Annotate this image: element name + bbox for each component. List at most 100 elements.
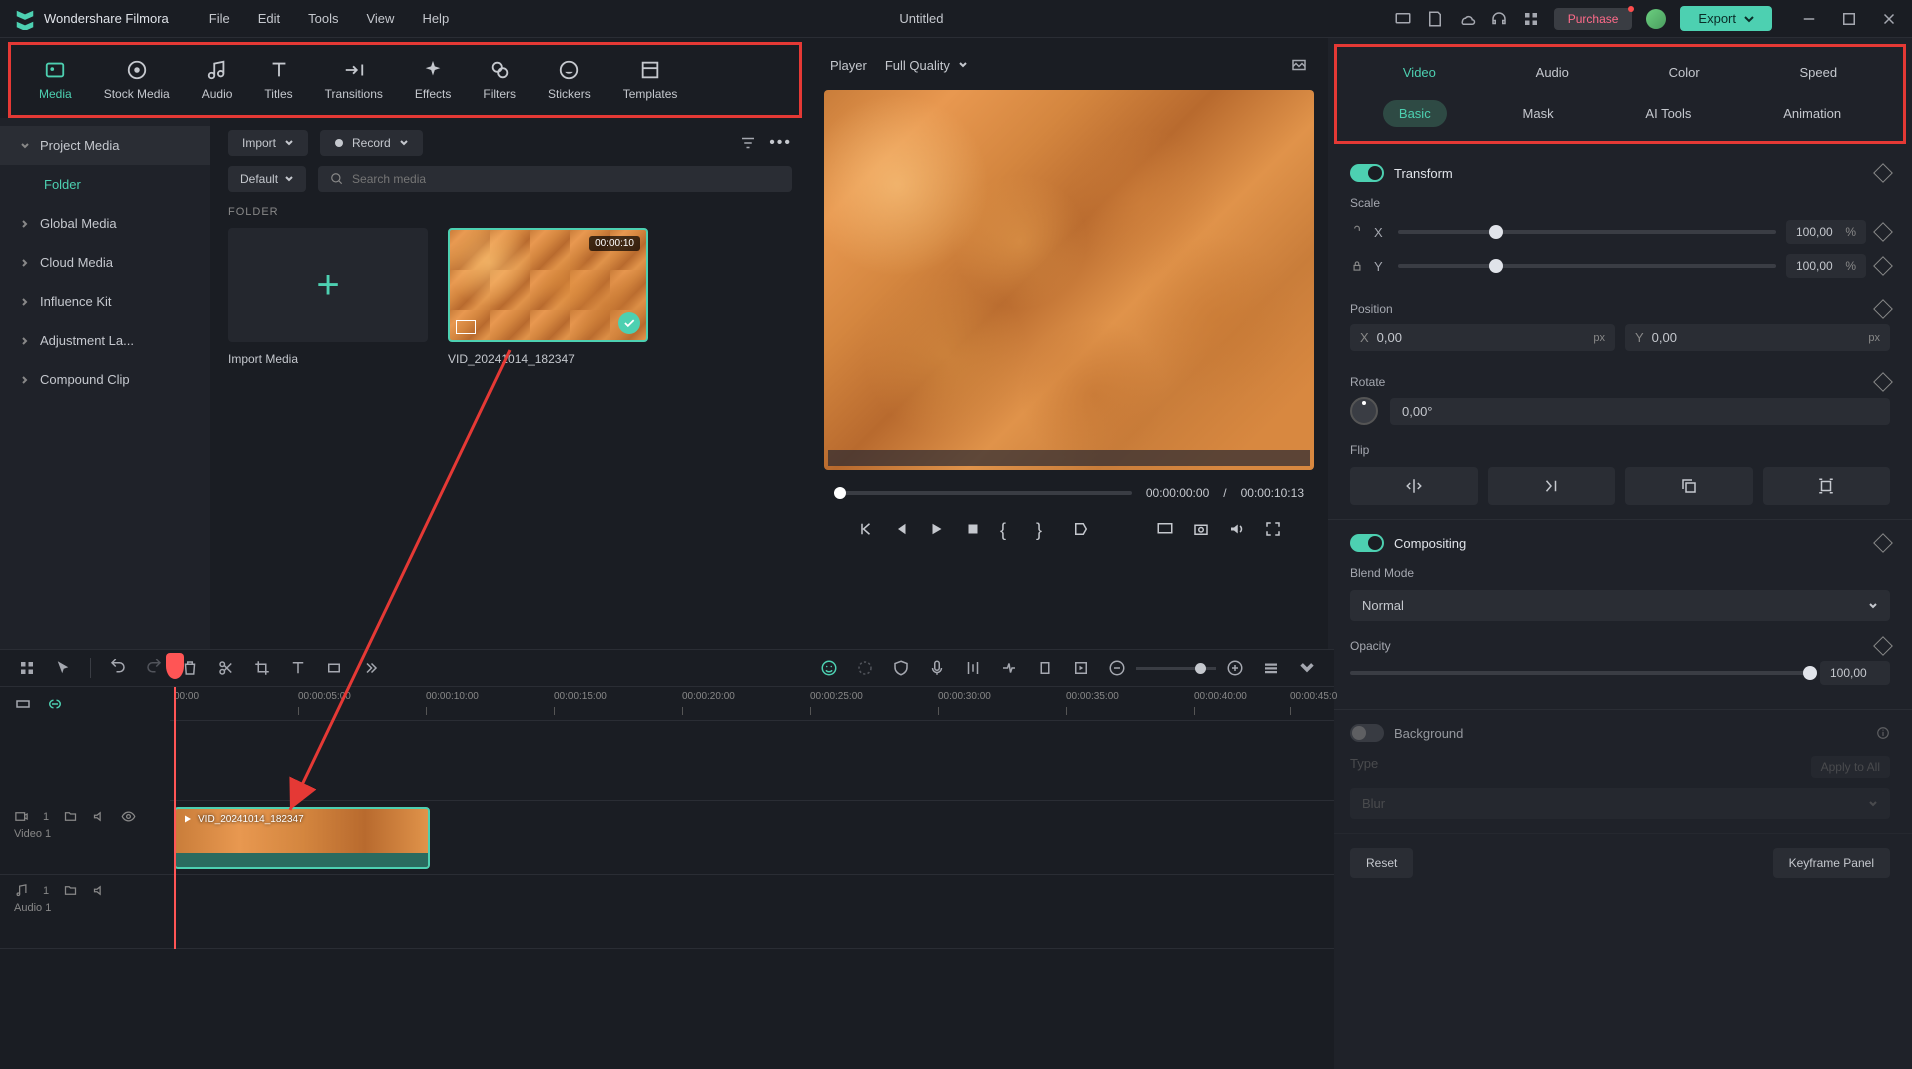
audio-lane[interactable]	[170, 875, 1334, 949]
cloud-icon[interactable]	[1458, 10, 1476, 28]
blur-select[interactable]: Blur	[1350, 788, 1890, 819]
undo-icon[interactable]	[109, 659, 127, 677]
menu-file[interactable]: File	[209, 11, 230, 26]
mark-in-icon[interactable]: {	[1000, 520, 1018, 538]
tab-titles[interactable]: Titles	[248, 53, 308, 107]
tab-filters[interactable]: Filters	[467, 53, 532, 107]
fullscreen-icon[interactable]	[1264, 520, 1282, 538]
flip-horizontal-button[interactable]	[1350, 467, 1478, 505]
marker-dropdown-icon[interactable]	[1072, 520, 1090, 538]
rotate-input[interactable]: 0,00°	[1390, 398, 1890, 425]
stop-icon[interactable]	[964, 520, 982, 538]
sidebar-compound-clip[interactable]: Compound Clip	[0, 360, 210, 399]
mic-icon[interactable]	[928, 659, 946, 677]
insp-tab-speed[interactable]: Speed	[1786, 59, 1852, 86]
snapshot-icon[interactable]	[1290, 56, 1308, 74]
color-icon[interactable]	[856, 659, 874, 677]
sidebar-adjustment-layer[interactable]: Adjustment La...	[0, 321, 210, 360]
empty-lane[interactable]	[170, 721, 1334, 801]
filter-icon[interactable]	[739, 134, 757, 152]
headphones-icon[interactable]	[1490, 10, 1508, 28]
apps-icon[interactable]	[1522, 10, 1540, 28]
volume-icon[interactable]	[1228, 520, 1246, 538]
tab-transitions[interactable]: Transitions	[309, 53, 399, 107]
tab-media[interactable]: Media	[23, 53, 88, 107]
insp-subtab-animation[interactable]: Animation	[1767, 100, 1857, 127]
scale-x-slider[interactable]	[1398, 230, 1776, 234]
reset-button[interactable]: Reset	[1350, 848, 1413, 878]
insp-subtab-basic[interactable]: Basic	[1383, 100, 1447, 127]
search-box[interactable]	[318, 166, 792, 192]
mute-icon[interactable]	[92, 883, 107, 898]
keyframe-diamond-icon[interactable]	[1873, 636, 1893, 656]
menu-tools[interactable]: Tools	[308, 11, 338, 26]
insp-subtab-mask[interactable]: Mask	[1507, 100, 1570, 127]
link-icon[interactable]	[46, 695, 64, 713]
menu-help[interactable]: Help	[422, 11, 449, 26]
keyframe-diamond-icon[interactable]	[1873, 533, 1893, 553]
prev-frame-icon[interactable]	[856, 520, 874, 538]
folder-icon[interactable]	[63, 883, 78, 898]
search-input[interactable]	[352, 172, 780, 186]
zoom-out-icon[interactable]	[1108, 659, 1126, 677]
sidebar-global-media[interactable]: Global Media	[0, 204, 210, 243]
display-icon[interactable]	[1394, 10, 1412, 28]
insp-tab-audio[interactable]: Audio	[1522, 59, 1583, 86]
audio-track-head[interactable]: 1 Audio 1	[0, 875, 170, 949]
tab-stickers[interactable]: Stickers	[532, 53, 607, 107]
shield-icon[interactable]	[892, 659, 910, 677]
sidebar-influence-kit[interactable]: Influence Kit	[0, 282, 210, 321]
zoom-in-icon[interactable]	[1226, 659, 1244, 677]
blend-mode-select[interactable]: Normal	[1350, 590, 1890, 621]
video-track-head[interactable]: 1 Video 1	[0, 801, 170, 875]
clip-thumbnail[interactable]: 00:00:10	[448, 228, 648, 342]
insp-tab-video[interactable]: Video	[1389, 59, 1450, 86]
playhead[interactable]	[174, 687, 176, 949]
more-tools-icon[interactable]	[361, 659, 379, 677]
render-icon[interactable]	[1072, 659, 1090, 677]
scrub-slider[interactable]	[834, 491, 1132, 495]
media-clip[interactable]: 00:00:10 VID_20241014_182347	[448, 228, 648, 366]
purchase-button[interactable]: Purchase	[1554, 8, 1633, 30]
position-y-input[interactable]: Y0,00px	[1625, 324, 1890, 351]
sort-dropdown[interactable]: Default	[228, 166, 306, 192]
copy-button[interactable]	[1625, 467, 1753, 505]
zoom-slider[interactable]	[1136, 667, 1216, 670]
grid-icon[interactable]	[18, 659, 36, 677]
apply-to-all-button[interactable]: Apply to All	[1811, 756, 1890, 778]
flip-vertical-button[interactable]	[1488, 467, 1616, 505]
keyframe-panel-button[interactable]: Keyframe Panel	[1773, 848, 1890, 878]
scale-x-value[interactable]: 100,00%	[1786, 220, 1866, 244]
quality-dropdown[interactable]: Full Quality	[885, 58, 968, 73]
keyframe-diamond-icon[interactable]	[1873, 372, 1893, 392]
opacity-value[interactable]: 100,00	[1820, 661, 1890, 685]
maximize-icon[interactable]	[1840, 10, 1858, 28]
export-button[interactable]: Export	[1680, 6, 1772, 31]
scale-y-slider[interactable]	[1398, 264, 1776, 268]
info-icon[interactable]	[1876, 726, 1890, 740]
video-lane[interactable]: VID_20241014_182347	[170, 801, 1334, 875]
insp-subtab-aitools[interactable]: AI Tools	[1629, 100, 1707, 127]
redo-icon[interactable]	[145, 659, 163, 677]
menu-view[interactable]: View	[366, 11, 394, 26]
close-icon[interactable]	[1880, 10, 1898, 28]
audio-mix-icon[interactable]	[964, 659, 982, 677]
sidebar-folder[interactable]: Folder	[0, 165, 210, 204]
aspect-icon[interactable]	[325, 659, 343, 677]
keyframe-diamond-icon[interactable]	[1873, 222, 1893, 242]
edge-icon[interactable]	[1000, 659, 1018, 677]
eye-icon[interactable]	[121, 809, 136, 824]
tracks-toggle-icon[interactable]	[14, 695, 32, 713]
position-x-input[interactable]: X0,00px	[1350, 324, 1615, 351]
face-icon[interactable]	[820, 659, 838, 677]
rotate-dial[interactable]	[1350, 397, 1378, 425]
mute-icon[interactable]	[92, 809, 107, 824]
timeline-clip[interactable]: VID_20241014_182347	[174, 807, 430, 869]
transform-toggle[interactable]	[1350, 164, 1384, 182]
keyframe-diamond-icon[interactable]	[1873, 163, 1893, 183]
sidebar-project-media[interactable]: Project Media	[0, 126, 210, 165]
insp-tab-color[interactable]: Color	[1655, 59, 1714, 86]
more-icon[interactable]: •••	[769, 134, 792, 152]
play-backward-icon[interactable]	[892, 520, 910, 538]
timeline-ruler[interactable]: 00:00 00:00:05:00 00:00:10:00 00:00:15:0…	[170, 687, 1334, 721]
